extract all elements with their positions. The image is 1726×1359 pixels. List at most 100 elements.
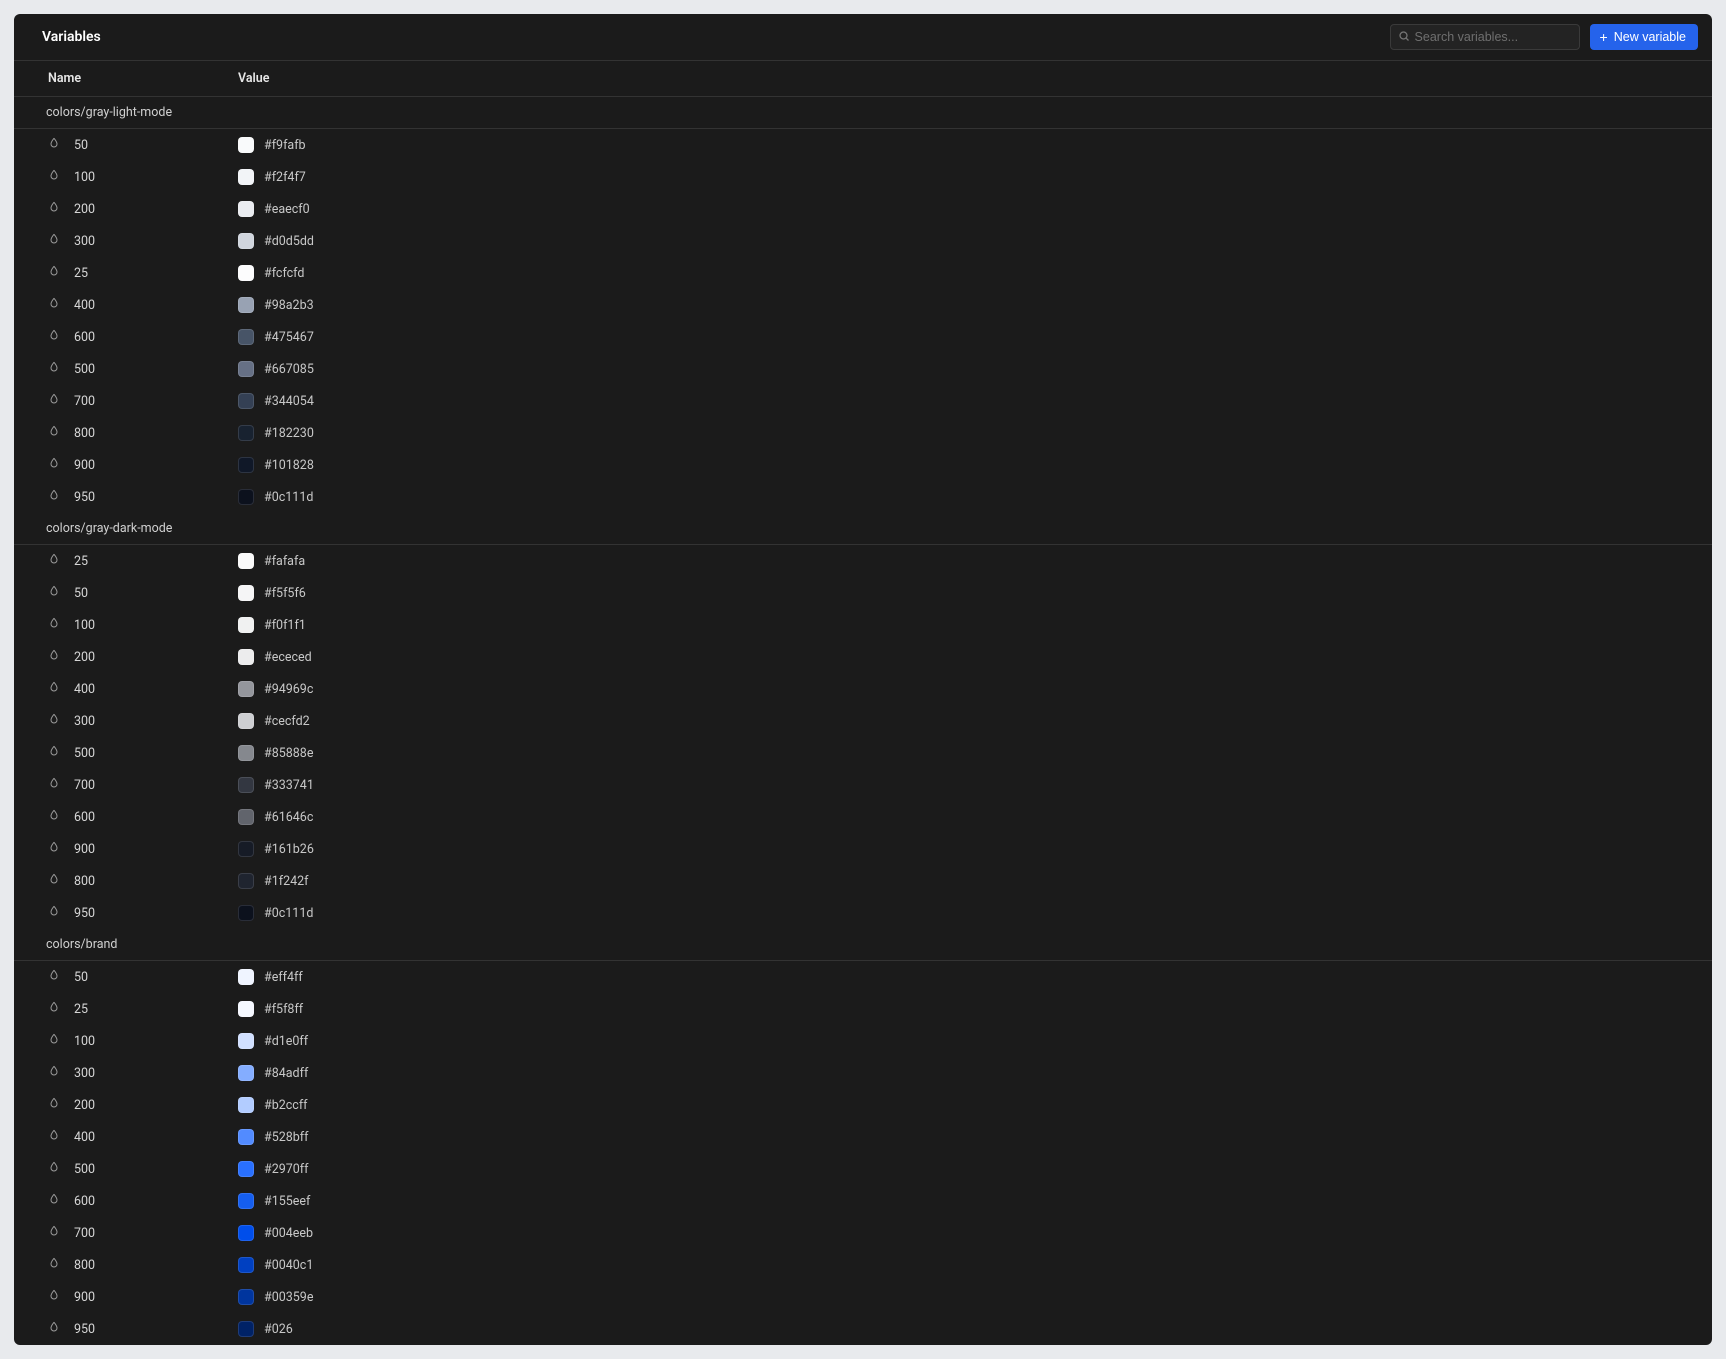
variable-name-cell: 25 — [48, 553, 238, 569]
color-variable-icon — [48, 457, 60, 473]
variable-value-cell: #cecfd2 — [238, 713, 1698, 729]
variable-name-cell: 25 — [48, 1001, 238, 1017]
variable-row[interactable]: 800#182230 — [14, 417, 1712, 449]
color-hex: #85888e — [264, 746, 313, 761]
color-variable-icon — [48, 361, 60, 377]
variable-row[interactable]: 300#d0d5dd — [14, 225, 1712, 257]
color-swatch — [238, 585, 254, 601]
color-variable-icon — [48, 393, 60, 409]
variable-name: 900 — [74, 458, 95, 473]
variable-row[interactable]: 200#eaecf0 — [14, 193, 1712, 225]
variable-value-cell: #98a2b3 — [238, 297, 1698, 313]
color-hex: #f9fafb — [264, 138, 306, 153]
variable-value-cell: #667085 — [238, 361, 1698, 377]
color-variable-icon — [48, 1225, 60, 1241]
color-hex: #fafafa — [264, 554, 305, 569]
variable-name: 950 — [74, 1322, 95, 1337]
color-hex: #b2ccff — [264, 1098, 308, 1113]
variable-row[interactable]: 300#84adff — [14, 1057, 1712, 1089]
variable-name: 500 — [74, 362, 95, 377]
variable-row[interactable]: 700#333741 — [14, 769, 1712, 801]
search-input[interactable] — [1390, 24, 1580, 50]
variable-row[interactable]: 900#101828 — [14, 449, 1712, 481]
variable-value-cell: #94969c — [238, 681, 1698, 697]
color-hex: #528bff — [264, 1130, 308, 1145]
variable-row[interactable]: 800#1f242f — [14, 865, 1712, 897]
variable-row[interactable]: 25#fcfcfd — [14, 257, 1712, 289]
new-variable-button[interactable]: + New variable — [1590, 24, 1698, 50]
variable-row[interactable]: 500 #667085 — [14, 353, 1712, 385]
variable-value-cell: #f0f1f1 — [238, 617, 1698, 633]
variable-row[interactable]: 100 #d1e0ff — [14, 1025, 1712, 1057]
variable-value-cell: #ececed — [238, 649, 1698, 665]
variable-row[interactable]: 900#161b26 — [14, 833, 1712, 865]
color-variable-icon — [48, 1097, 60, 1113]
variable-row[interactable]: 100#f0f1f1 — [14, 609, 1712, 641]
variable-row[interactable]: 25#f5f8ff — [14, 993, 1712, 1025]
variable-row[interactable]: 500#2970ff — [14, 1153, 1712, 1185]
color-swatch — [238, 1257, 254, 1273]
variable-row[interactable]: 400#528bff — [14, 1121, 1712, 1153]
color-swatch — [238, 713, 254, 729]
variable-row[interactable]: 950#0c111d — [14, 481, 1712, 513]
variable-row[interactable]: 400#98a2b3 — [14, 289, 1712, 321]
variable-row[interactable]: 800#0040c1 — [14, 1249, 1712, 1281]
variable-row[interactable]: 950#0c111d — [14, 897, 1712, 929]
variable-row[interactable]: 300#cecfd2 — [14, 705, 1712, 737]
variable-row[interactable]: 700#004eeb — [14, 1217, 1712, 1249]
color-hex: #0c111d — [264, 490, 313, 505]
variable-name: 800 — [74, 1258, 95, 1273]
variable-name-cell: 950 — [48, 905, 238, 921]
color-hex: #d1e0ff — [264, 1034, 308, 1049]
variable-row[interactable]: 50 #eff4ff — [14, 961, 1712, 993]
variable-name: 100 — [74, 1034, 95, 1049]
group-header[interactable]: colors/gray-light-mode — [14, 97, 1712, 129]
color-hex: #eff4ff — [264, 970, 303, 985]
variable-row[interactable]: 200#ececed — [14, 641, 1712, 673]
group-header[interactable]: colors/gray-dark-mode — [14, 513, 1712, 545]
color-variable-icon — [48, 841, 60, 857]
variable-row[interactable]: 50#f9fafb — [14, 129, 1712, 161]
variable-value-cell: #0c111d — [238, 905, 1698, 921]
color-hex: #61646c — [264, 810, 313, 825]
color-variable-icon — [48, 489, 60, 505]
variable-row[interactable]: 900#00359e — [14, 1281, 1712, 1313]
color-hex: #84adff — [264, 1066, 308, 1081]
plus-icon: + — [1600, 30, 1608, 44]
variable-name-cell: 600 — [48, 1193, 238, 1209]
variable-row[interactable]: 500 #85888e — [14, 737, 1712, 769]
variable-row[interactable]: 700#344054 — [14, 385, 1712, 417]
variable-name: 900 — [74, 1290, 95, 1305]
variable-name-cell: 900 — [48, 457, 238, 473]
group-header[interactable]: colors/brand — [14, 929, 1712, 961]
color-hex: #161b26 — [264, 842, 314, 857]
variable-row[interactable]: 950#026 — [14, 1313, 1712, 1345]
variable-row[interactable]: 200 #b2ccff — [14, 1089, 1712, 1121]
color-swatch — [238, 905, 254, 921]
color-swatch — [238, 233, 254, 249]
variable-name: 600 — [74, 330, 95, 345]
variable-value-cell: #eaecf0 — [238, 201, 1698, 217]
variable-row[interactable]: 25 #fafafa — [14, 545, 1712, 577]
panel-title: Variables — [42, 29, 101, 45]
variable-row[interactable]: 600#475467 — [14, 321, 1712, 353]
variable-name: 50 — [74, 970, 88, 985]
color-swatch — [238, 1225, 254, 1241]
color-swatch — [238, 809, 254, 825]
variable-name-cell: 600 — [48, 329, 238, 345]
variable-name-cell: 200 — [48, 1097, 238, 1113]
variable-row[interactable]: 600#155eef — [14, 1185, 1712, 1217]
color-swatch — [238, 1161, 254, 1177]
column-header-value: Value — [238, 71, 1698, 86]
variable-name-cell: 200 — [48, 201, 238, 217]
variable-row[interactable]: 100#f2f4f7 — [14, 161, 1712, 193]
variable-row[interactable]: 600#61646c — [14, 801, 1712, 833]
variable-row[interactable]: 50#f5f5f6 — [14, 577, 1712, 609]
variable-row[interactable]: 400#94969c — [14, 673, 1712, 705]
color-hex: #667085 — [264, 362, 314, 377]
color-variable-icon — [48, 553, 60, 569]
color-swatch — [238, 361, 254, 377]
variable-name-cell: 500 — [48, 745, 238, 761]
color-hex: #ececed — [264, 650, 312, 665]
variable-value-cell: #f5f8ff — [238, 1001, 1698, 1017]
